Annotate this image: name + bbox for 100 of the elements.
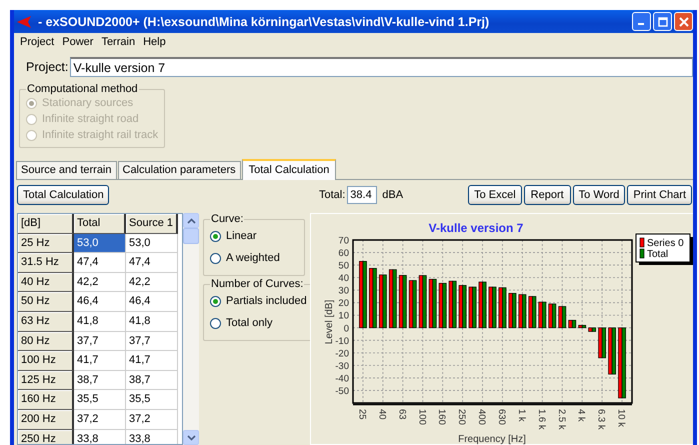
scroll-down-icon[interactable] [183,430,199,445]
radio-label: A weighted [226,252,280,264]
row-header[interactable]: 250 Hz [18,430,74,444]
tab[interactable]: Total Calculation [242,159,336,180]
x-tick-label: 1.6 k [536,409,547,430]
close-button[interactable] [674,12,693,31]
y-tick-label: 20 [338,298,349,310]
table-cell[interactable]: 38,7 [74,370,126,390]
table-cell[interactable]: 35,5 [74,390,126,410]
x-tick-label: 100 [416,409,428,425]
toolbar-button[interactable]: Report [524,185,571,205]
scrollbar[interactable] [183,213,199,445]
y-tick-label: 60 [338,248,349,260]
y-tick-label: 10 [338,310,349,322]
radio-button[interactable] [210,230,221,242]
project-field[interactable]: V-kulle version 7 [70,57,693,77]
y-tick-label: 40 [338,273,349,284]
table-cell[interactable]: 35,5 [126,390,178,410]
row-header[interactable]: 31.5 Hz [18,253,74,273]
x-tick-label: 1 k [516,409,527,422]
row-header[interactable]: 50 Hz [18,292,74,312]
table-cell[interactable]: 47,4 [126,253,178,273]
toolbar-button[interactable]: To Word [572,185,626,205]
y-tick-label: 0 [344,323,349,334]
y-tick-label: 30 [338,286,349,297]
x-tick-label: 6.3 k [596,409,607,430]
close-icon [678,16,688,26]
legend-label: Total [647,249,668,260]
y-tick-label: -10 [335,336,349,347]
table-cell[interactable]: 47,4 [74,253,126,273]
radio-button[interactable] [210,252,221,264]
tab[interactable]: Source and terrain [16,161,116,179]
total-field[interactable]: 38.4 [347,186,378,204]
table-cell[interactable]: 33,8 [74,430,126,444]
unit-label: dBA [382,189,404,201]
table-cell[interactable]: 42,2 [126,272,178,292]
table-cell[interactable]: 33,8 [126,430,178,444]
table-cell[interactable]: 53,0 [74,234,126,254]
y-axis-label: Level [dB] [324,300,335,344]
x-tick-label: 250 [456,409,468,425]
radio-label: Infinite straight road [42,113,139,125]
chart-title: V-kulle version 7 [428,221,524,235]
table-cell[interactable]: 38,7 [126,370,178,390]
y-tick-label: -50 [335,386,349,397]
maximize-button[interactable] [653,12,672,31]
scroll-up-icon[interactable] [183,213,199,228]
y-tick-label: 50 [338,260,349,272]
menu-item[interactable]: Help [139,35,170,51]
row-header[interactable]: 125 Hz [18,370,74,390]
radio-label: Partials included [226,295,307,307]
column-header: [dB] [18,214,74,234]
x-tick-label: 630 [496,409,507,425]
row-header[interactable]: 160 Hz [18,390,74,410]
scroll-thumb[interactable] [183,228,199,244]
x-tick-label: 2.5 k [556,409,567,430]
x-tick-label: 40 [376,409,388,420]
table-cell[interactable]: 41,7 [74,351,126,371]
menu-item[interactable]: Power [58,35,98,51]
toolbar-button[interactable]: Print Chart [627,185,692,205]
table-cell[interactable]: 37,7 [126,332,178,352]
table-cell[interactable]: 53,0 [126,234,178,254]
window-title: - exSOUND2000+ (H:\exsound\Mina körningar\Vestas\vind\V-kulle-vind 1.Prj) [38,14,490,28]
project-label: Project: [26,60,68,74]
radio-button[interactable] [210,296,221,306]
total-label: Total: [319,189,346,201]
table-cell[interactable]: 37,7 [74,332,126,352]
y-tick-label: 70 [338,236,349,246]
row-header[interactable]: 40 Hz [18,272,74,292]
x-tick-label: 4 k [576,409,587,422]
row-header[interactable]: 100 Hz [18,351,74,371]
row-header[interactable]: 25 Hz [18,234,74,254]
group-title: Number of Curves: [210,278,304,290]
x-tick-label: 25 [356,409,368,420]
radio-label: Stationary sources [42,97,134,109]
x-tick-label: 160 [436,409,448,425]
tab[interactable]: Calculation parameters [118,161,241,179]
row-header[interactable]: 80 Hz [18,332,74,352]
triangle-icon [16,14,32,28]
row-header[interactable]: 63 Hz [18,312,74,332]
table-cell[interactable]: 42,2 [74,272,126,292]
menu-item[interactable]: Project [16,35,58,51]
x-tick-label: 400 [476,409,488,425]
table-cell[interactable]: 37,2 [126,410,178,430]
table-cell[interactable]: 41,7 [126,351,178,371]
table-cell[interactable]: 46,4 [126,292,178,312]
table-cell[interactable]: 41,8 [74,312,126,332]
table-cell[interactable]: 37,2 [74,410,126,430]
radio-label: Infinite straight rail track [42,129,158,141]
column-header: Source 1 [126,214,178,234]
maximize-icon [658,16,668,26]
table-cell[interactable]: 46,4 [74,292,126,312]
total-calculation-button[interactable]: Total Calculation [17,185,109,205]
x-tick-label: 10 k [616,409,627,427]
radio-button[interactable] [210,318,221,328]
minimize-button[interactable] [632,12,651,31]
row-header[interactable]: 200 Hz [18,410,74,430]
toolbar-button[interactable]: To Excel [468,185,522,205]
table-cell[interactable]: 41,8 [126,312,178,332]
x-tick-label: 63 [396,409,408,420]
menu-item[interactable]: Terrain [97,35,140,51]
